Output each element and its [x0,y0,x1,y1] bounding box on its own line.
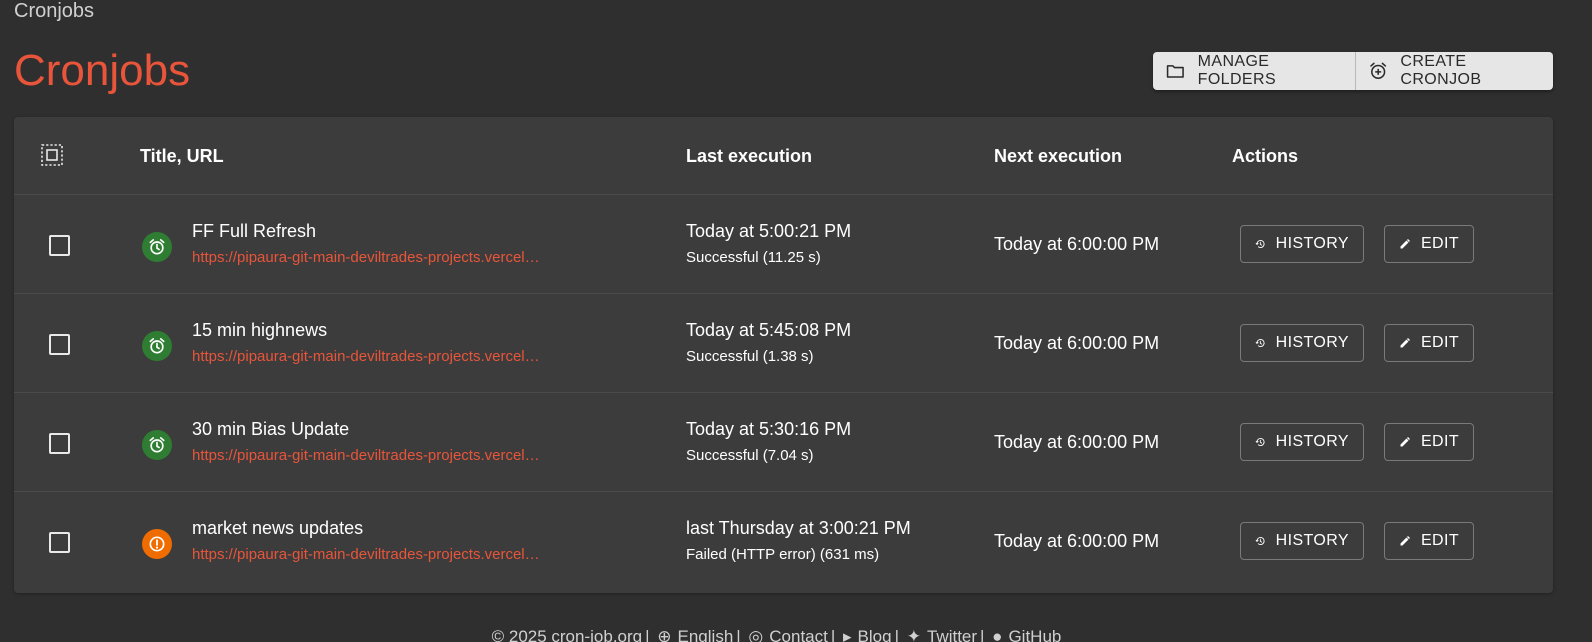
table-row: market news updates https://pipaura-git-… [14,492,1553,591]
history-label: HISTORY [1275,235,1349,252]
row-checkbox[interactable] [49,433,70,454]
history-icon [1255,240,1265,248]
job-title: 15 min highnews [192,320,328,340]
next-execution: Today at 6:00:00 PM [994,531,1160,551]
page-title: Cronjobs [14,46,191,95]
next-execution: Today at 6:00:00 PM [994,333,1160,353]
contact-icon: ◎ [748,627,764,642]
cronjobs-table: Title, URL Last execution Next execution… [14,117,1553,593]
edit-label: EDIT [1420,532,1459,549]
job-url[interactable]: https://pipaura-git-main-deviltrades-pro… [192,348,564,365]
history-button[interactable]: HISTORY [1240,324,1364,362]
manage-folders-button[interactable]: MANAGE FOLDERS [1153,52,1356,90]
footer-language-link[interactable]: English [678,627,734,642]
edit-button[interactable]: EDIT [1384,423,1474,461]
last-execution-status: Successful (7.04 s) [686,447,814,464]
last-execution: last Thursday at 3:00:21 PM [686,518,911,538]
history-label: HISTORY [1275,532,1349,549]
status-success-icon [142,430,172,460]
last-execution-status: Failed (HTTP error) (631 ms) [686,546,880,563]
github-icon: ● [992,627,1003,642]
header-last-execution[interactable]: Last execution [686,146,812,167]
select-all-icon[interactable] [40,143,64,167]
table-row: 15 min highnews https://pipaura-git-main… [14,294,1553,393]
pencil-icon [1400,536,1410,546]
table-row: FF Full Refresh https://pipaura-git-main… [14,195,1553,294]
footer-contact-link[interactable]: Contact [769,627,828,642]
job-url[interactable]: https://pipaura-git-main-deviltrades-pro… [192,546,564,563]
next-execution: Today at 6:00:00 PM [994,432,1160,452]
twitter-icon: ✦ [906,627,921,642]
toolbar-button-group: MANAGE FOLDERS CREATE CRONJOB [1153,52,1553,90]
manage-folders-label: MANAGE FOLDERS [1197,53,1277,88]
job-title: FF Full Refresh [192,221,317,241]
edit-label: EDIT [1420,334,1459,351]
table-header: Title, URL Last execution Next execution… [14,117,1553,195]
status-success-icon [142,331,172,361]
edit-button[interactable]: EDIT [1384,522,1474,560]
footer-copyright: © 2025 cron-job.org [491,627,643,642]
footer-github-link[interactable]: GitHub [1008,627,1061,642]
add-alarm-icon [1370,62,1387,79]
job-url[interactable]: https://pipaura-git-main-deviltrades-pro… [192,447,564,464]
create-cronjob-button[interactable]: CREATE CRONJOB [1356,52,1553,90]
breadcrumb[interactable]: Cronjobs [14,0,94,22]
last-execution-status: Successful (11.25 s) [686,249,821,266]
footer: © 2025 cron-job.org | ⊕ English | ◎ Contact |… [0,627,1553,642]
status-failed-icon [142,529,172,559]
header-next-execution[interactable]: Next execution [994,146,1122,167]
alarm-icon [149,437,165,453]
last-execution: Today at 5:45:08 PM [686,320,852,340]
alarm-icon [149,239,165,255]
history-button[interactable]: HISTORY [1240,423,1364,461]
next-execution: Today at 6:00:00 PM [994,234,1160,254]
status-success-icon [142,232,172,262]
job-title: market news updates [192,518,364,538]
row-checkbox[interactable] [49,235,70,256]
history-button[interactable]: HISTORY [1240,225,1364,263]
edit-label: EDIT [1420,433,1459,450]
last-execution-status: Successful (1.38 s) [686,348,814,365]
history-icon [1255,537,1265,545]
alarm-icon [149,338,165,354]
pencil-icon [1400,239,1410,249]
job-title: 30 min Bias Update [192,419,350,439]
pencil-icon [1400,437,1410,447]
row-checkbox[interactable] [49,334,70,355]
folder-icon [1166,65,1184,78]
pencil-icon [1400,338,1410,348]
edit-button[interactable]: EDIT [1384,225,1474,263]
last-execution: Today at 5:30:16 PM [686,419,852,439]
header-actions: Actions [1232,146,1299,166]
history-button[interactable]: HISTORY [1240,522,1364,560]
edit-button[interactable]: EDIT [1384,324,1474,362]
footer-twitter-link[interactable]: Twitter [927,627,977,642]
globe-icon: ⊕ [657,627,672,642]
history-label: HISTORY [1275,334,1349,351]
history-icon [1255,438,1265,446]
blog-icon: ▸ [843,627,852,642]
header-title-url[interactable]: Title, URL [140,146,224,167]
error-icon [149,536,165,552]
history-icon [1255,339,1265,347]
table-row: 30 min Bias Update https://pipaura-git-m… [14,393,1553,492]
history-label: HISTORY [1275,433,1349,450]
footer-blog-link[interactable]: Blog [858,627,892,642]
row-checkbox[interactable] [49,532,70,553]
create-cronjob-label: CREATE CRONJOB [1400,53,1482,88]
job-url[interactable]: https://pipaura-git-main-deviltrades-pro… [192,249,564,266]
last-execution: Today at 5:00:21 PM [686,221,852,241]
edit-label: EDIT [1420,235,1459,252]
